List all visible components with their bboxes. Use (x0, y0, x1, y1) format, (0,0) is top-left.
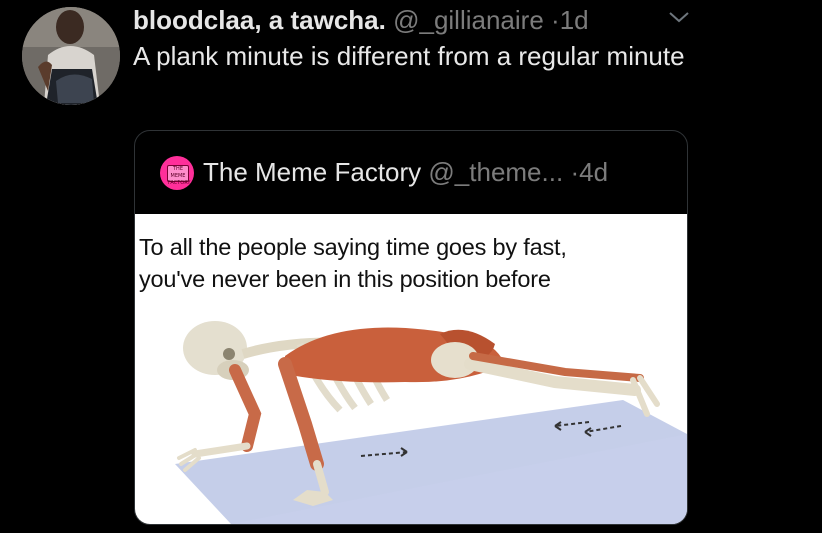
tweet-time[interactable]: 1d (560, 5, 589, 35)
meme-factory-logo: THE MEME FACTORY (167, 165, 191, 186)
meme-caption: To all the people saying time goes by fa… (139, 231, 679, 295)
tweet-text: A plank minute is different from a regul… (133, 41, 685, 71)
avatar-photo (22, 7, 120, 105)
quoted-user-handle[interactable]: @_theme... (428, 157, 563, 187)
quoted-tweet-time[interactable]: 4d (579, 157, 608, 187)
caption-line-1: To all the people saying time goes by fa… (139, 234, 567, 260)
user-handle[interactable]: @_gillianaire (393, 5, 544, 35)
time-separator: · (551, 5, 560, 35)
quoted-tweet-card[interactable]: THE MEME FACTORY The Meme Factory @_theme… (134, 130, 688, 525)
quoted-time-separator: · (570, 157, 580, 187)
user-avatar[interactable] (22, 7, 120, 105)
display-name[interactable]: bloodclaa, a tawcha. (133, 5, 386, 35)
meme-image[interactable]: To all the people saying time goes by fa… (135, 214, 687, 524)
quoted-user-avatar[interactable]: THE MEME FACTORY (160, 156, 194, 190)
quoted-tweet-header: The Meme Factory @_theme... ·4d (203, 154, 683, 190)
tweet-header: bloodclaa, a tawcha. @_gillianaire ·1d (133, 4, 813, 36)
chevron-down-icon[interactable] (668, 10, 690, 24)
caption-line-2: you've never been in this position befor… (139, 266, 551, 292)
quoted-display-name[interactable]: The Meme Factory (203, 157, 421, 187)
